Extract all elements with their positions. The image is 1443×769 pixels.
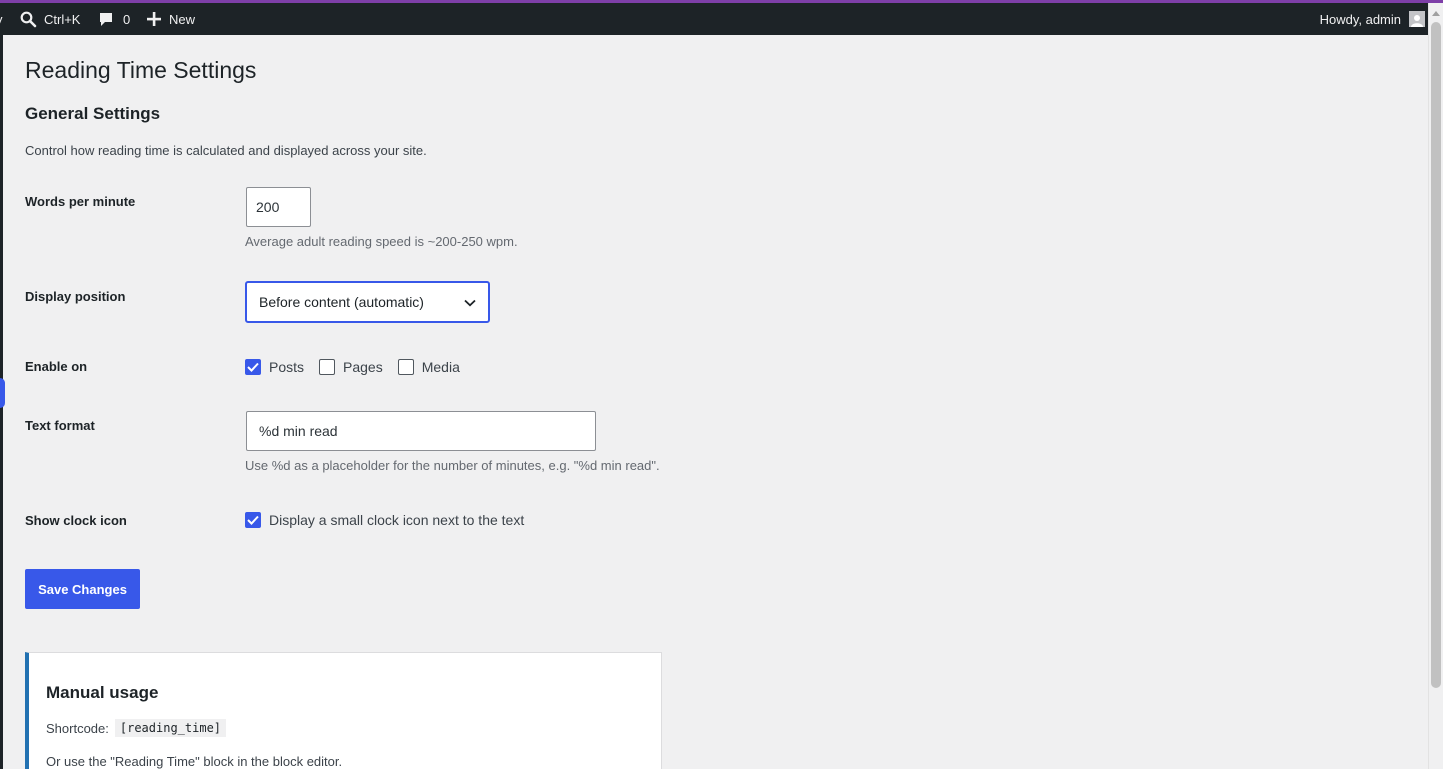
wpm-input[interactable]: 200 [246, 187, 311, 227]
admin-bar-comments[interactable]: 0 [98, 3, 130, 35]
admin-bar-account[interactable]: Howdy, admin [1320, 3, 1425, 35]
save-changes-button[interactable]: Save Changes [25, 569, 140, 609]
clock-icon-label: Show clock icon [25, 513, 127, 528]
search-shortcut: Ctrl+K [44, 11, 81, 27]
clock-icon-checkbox[interactable] [245, 512, 261, 528]
new-label: New [169, 11, 196, 27]
chevron-down-icon [464, 294, 476, 310]
admin-bar: y Ctrl+K 0 New Howdy, admin [0, 3, 1443, 35]
scrollbar-thumb[interactable] [1431, 22, 1441, 688]
wpm-input-value: 200 [256, 199, 280, 215]
media-checkbox[interactable] [397, 359, 414, 375]
position-selected-value: Before content (automatic) [259, 294, 424, 310]
block-note: Or use the "Reading Time" block in the b… [46, 754, 342, 769]
posts-checkbox-label[interactable]: Posts [269, 359, 304, 375]
section-title: General Settings [25, 104, 161, 123]
enable-on-options: Posts Pages Media [245, 359, 475, 375]
wpm-help: Average adult reading speed is ~200-250 … [245, 234, 518, 249]
plus-icon [147, 12, 161, 26]
text-format-input[interactable]: %d min read [246, 411, 596, 451]
shortcode-label: Shortcode: [46, 720, 109, 736]
text-format-label: Text format [25, 418, 95, 433]
enable-on-label: Enable on [25, 359, 88, 374]
position-select[interactable]: Before content (automatic) [245, 281, 490, 323]
page-title: Reading Time Settings [25, 57, 257, 83]
manual-usage-card: Manual usage Shortcode: [reading_time] O… [25, 652, 662, 769]
admin-menu-current-indicator[interactable] [0, 378, 5, 408]
shortcode-line: Shortcode: [reading_time] [46, 719, 227, 737]
text-format-input-value: %d min read [259, 423, 338, 439]
admin-bar-new[interactable]: New [147, 3, 195, 35]
checkmark-icon [247, 362, 259, 372]
howdy-text: Howdy, admin [1319, 11, 1401, 27]
wpm-label: Words per minute [25, 194, 136, 209]
media-checkbox-label[interactable]: Media [422, 359, 460, 375]
comments-count: 0 [123, 11, 131, 27]
manual-usage-title: Manual usage [46, 683, 159, 702]
scroll-up-arrow-icon[interactable] [1432, 11, 1440, 16]
search-icon [20, 11, 37, 28]
posts-checkbox[interactable] [245, 359, 261, 375]
checkmark-icon [247, 515, 259, 525]
pages-checkbox-label[interactable]: Pages [343, 359, 383, 375]
clock-icon-checkbox-label[interactable]: Display a small clock icon next to the t… [269, 512, 524, 528]
admin-bar-search[interactable]: Ctrl+K [20, 3, 80, 35]
shortcode-value: [reading_time] [114, 719, 227, 737]
position-label: Display position [25, 289, 126, 304]
page-scrollbar[interactable] [1428, 3, 1443, 769]
pages-checkbox[interactable] [319, 359, 336, 375]
admin-bar-clipped-item[interactable]: y [0, 3, 6, 35]
section-description: Control how reading time is calculated a… [25, 143, 427, 158]
block-note-text: Or use the "Reading Time" block in the b… [46, 754, 343, 769]
avatar-icon [1409, 11, 1425, 27]
comment-bubble-icon [98, 11, 114, 27]
text-format-help: Use %d as a placeholder for the number o… [245, 458, 660, 473]
clock-icon-option: Display a small clock icon next to the t… [245, 512, 524, 528]
